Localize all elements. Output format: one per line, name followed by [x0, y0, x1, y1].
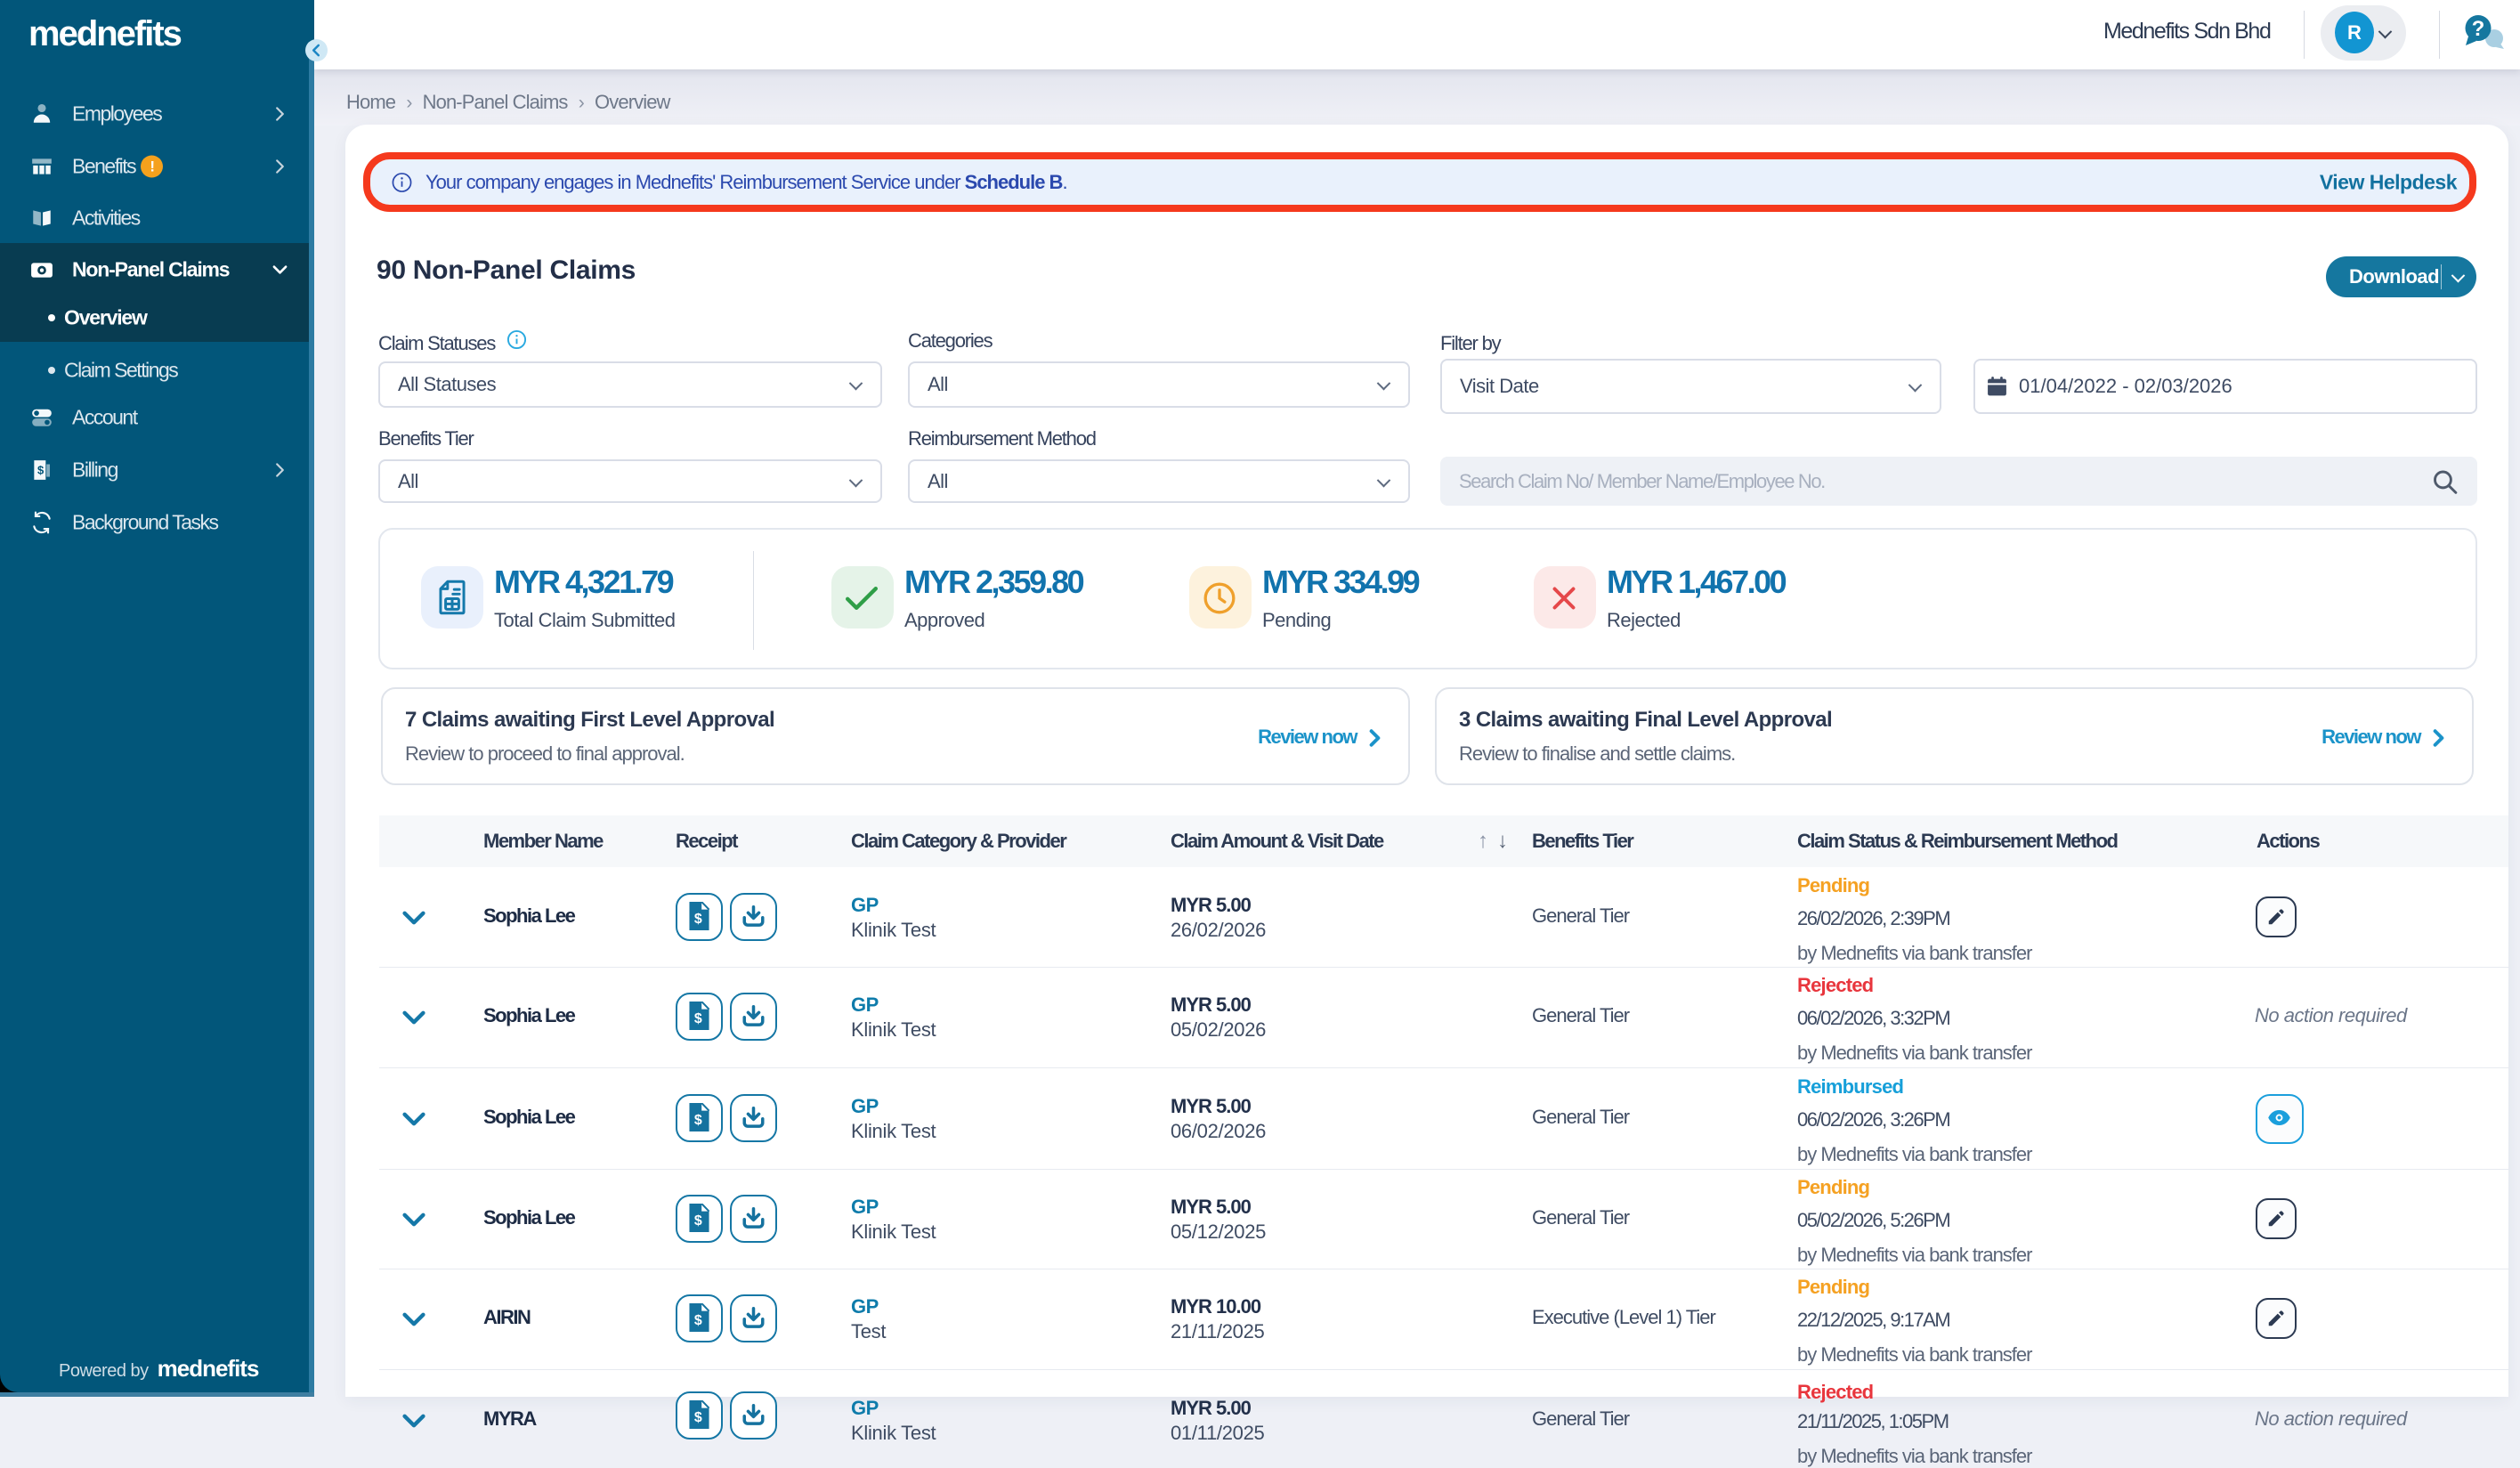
- svg-text:$: $: [694, 1410, 702, 1425]
- svg-text:$: $: [694, 1011, 702, 1026]
- svg-text:$: $: [694, 1113, 702, 1128]
- svg-text:$: $: [694, 1213, 702, 1229]
- svg-text:?: ?: [2472, 17, 2485, 41]
- svg-text:$: $: [694, 1313, 702, 1328]
- svg-text:$: $: [694, 912, 702, 927]
